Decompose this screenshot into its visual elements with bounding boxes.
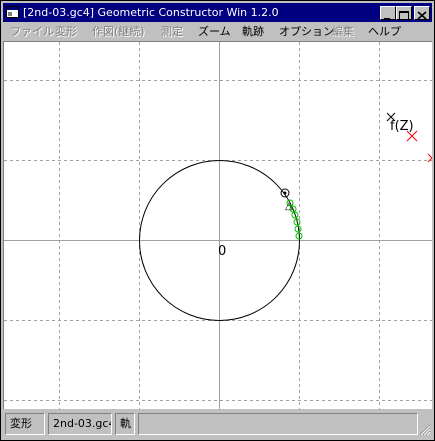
menu-options[interactable]: オプション xyxy=(279,25,334,39)
point-z-center xyxy=(283,191,287,195)
status-bar: 変形 2nd-03.gc4 軌 xyxy=(3,411,432,438)
menu-edit[interactable]: 編集 xyxy=(332,25,354,39)
menu-transform[interactable]: 変形 xyxy=(55,25,77,39)
grid-lines xyxy=(4,42,432,409)
maximize-button[interactable] xyxy=(396,6,412,20)
status-empty xyxy=(138,413,418,435)
title-bar[interactable]: [2nd-03.gc4] Geometric Constructor Win 1… xyxy=(3,3,432,22)
close-button[interactable] xyxy=(414,6,430,20)
geometry-view: 0 △ f(Z) xyxy=(4,42,432,409)
menu-file[interactable]: ファイル xyxy=(10,25,54,39)
status-extra: 軌 xyxy=(115,413,135,435)
axes xyxy=(4,42,432,409)
app-window: [2nd-03.gc4] Geometric Constructor Win 1… xyxy=(0,0,435,441)
menu-construct[interactable]: 作図(継続) xyxy=(92,25,145,39)
menu-help[interactable]: ヘルプ xyxy=(368,25,401,39)
status-file: 2nd-03.gc4 xyxy=(48,413,112,435)
app-window-icon[interactable] xyxy=(6,6,19,18)
point-image-marker: △ xyxy=(285,201,293,212)
window-title: [2nd-03.gc4] Geometric Constructor Win 1… xyxy=(23,6,279,19)
menu-bar: ファイル 変形 作図(継続) 測定 ズーム 軌跡 オプション 編集 ヘルプ xyxy=(3,23,432,41)
minimize-icon xyxy=(384,18,390,20)
origin-label: 0 xyxy=(218,244,226,259)
minimize-button[interactable] xyxy=(380,6,396,20)
function-label: f(Z) xyxy=(390,119,414,134)
menu-zoom[interactable]: ズーム xyxy=(198,25,231,39)
drawing-canvas[interactable]: 0 △ f(Z) xyxy=(3,41,432,409)
menu-measure[interactable]: 測定 xyxy=(161,25,183,39)
status-mode: 変形 xyxy=(5,413,45,435)
maximize-icon xyxy=(399,11,409,20)
close-icon xyxy=(417,11,427,20)
resize-grip-icon[interactable] xyxy=(419,424,431,436)
menu-locus[interactable]: 軌跡 xyxy=(242,25,264,39)
